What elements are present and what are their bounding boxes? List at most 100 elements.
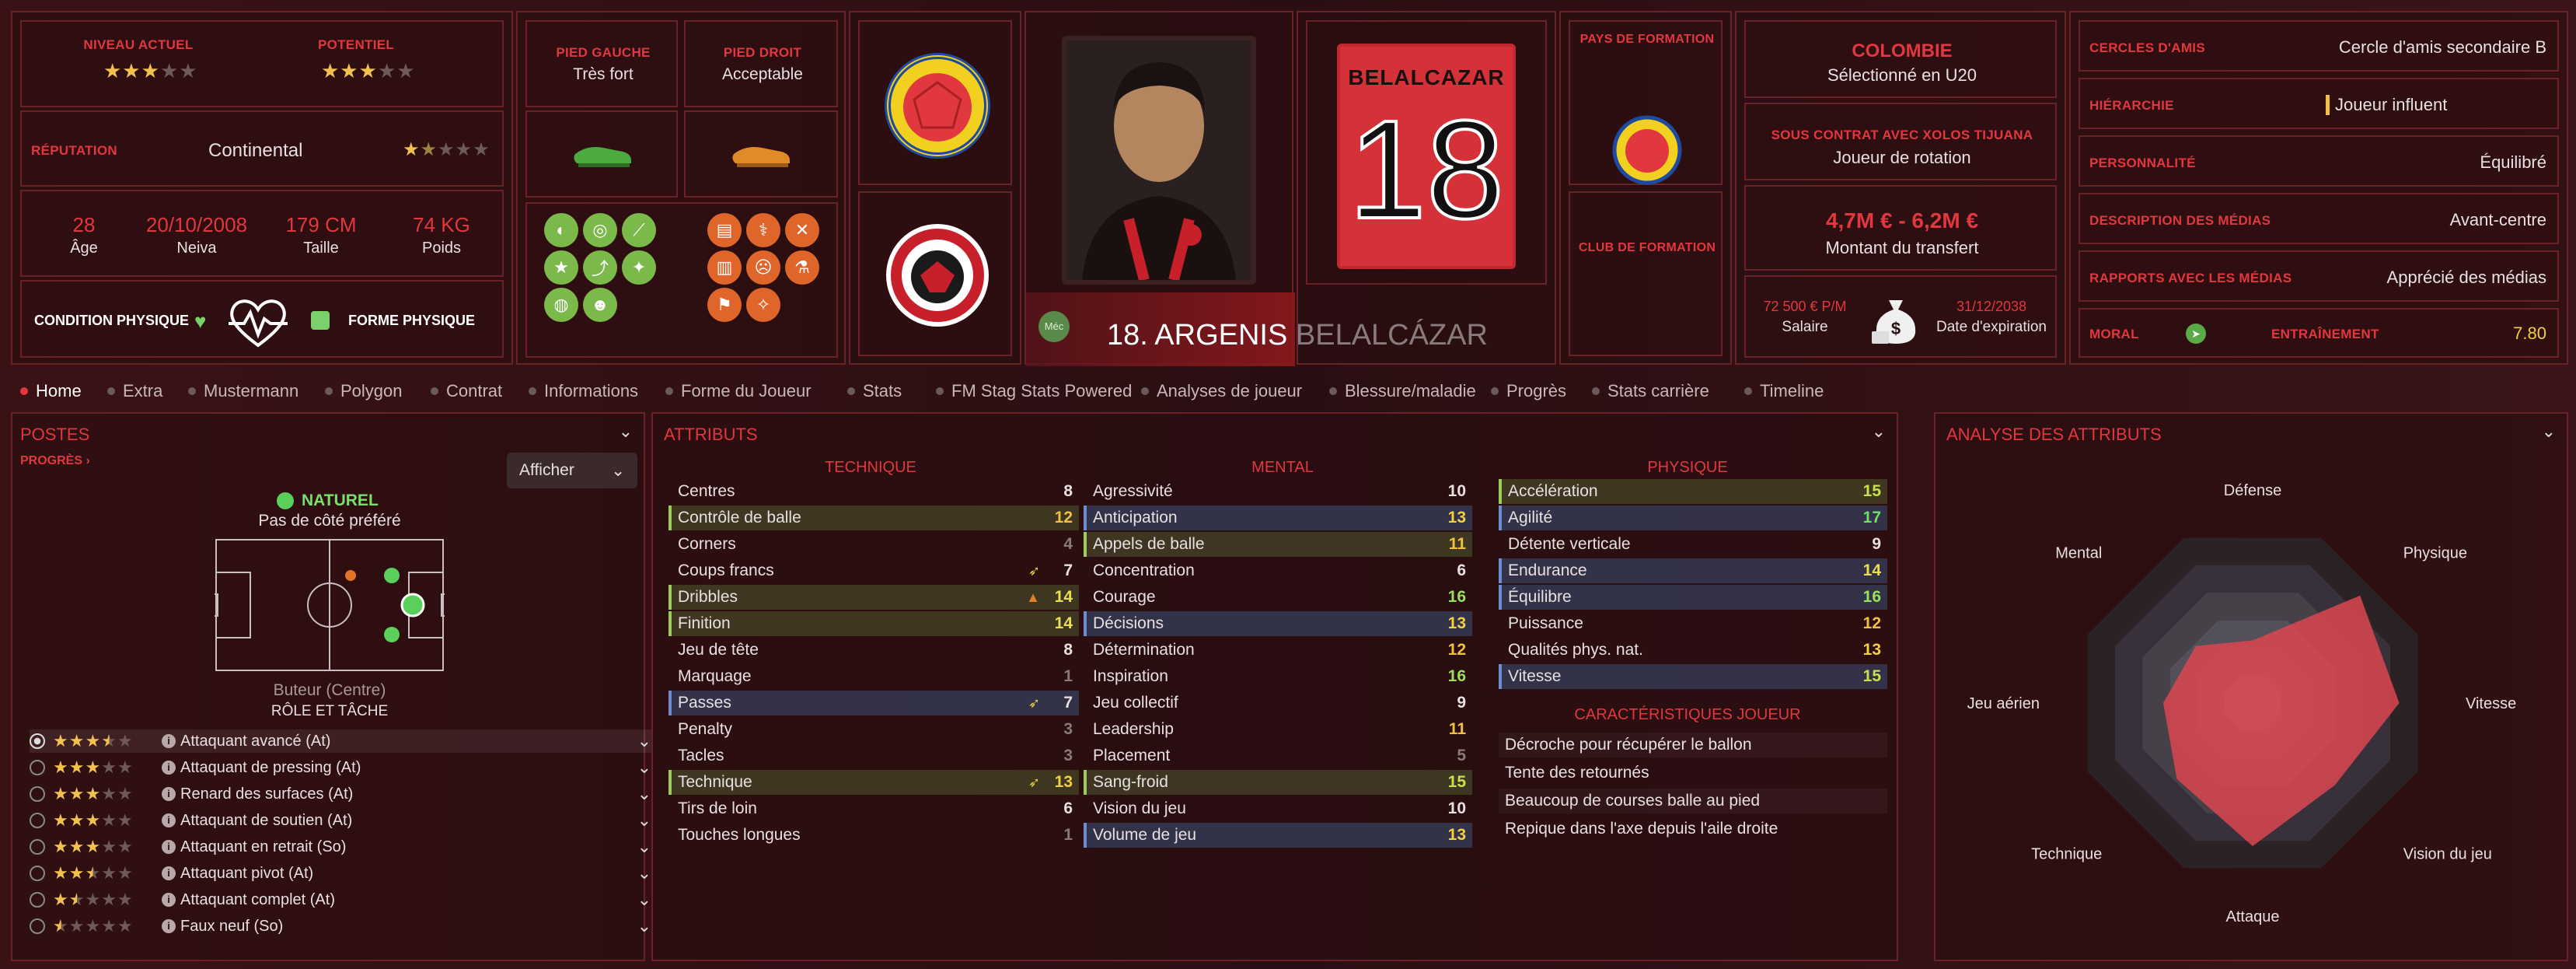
attribute-row[interactable]: Puissance 12 [1499, 611, 1887, 636]
tab-mustermann[interactable]: Mustermann [188, 381, 298, 401]
tab-forme-du-joueur[interactable]: Forme du Joueur [665, 381, 812, 401]
chevron-down-icon[interactable]: ⌄ [637, 731, 651, 751]
chevron-down-icon[interactable]: ⌄ [637, 837, 651, 857]
tab-polygon[interactable]: Polygon [325, 381, 403, 401]
role-radio[interactable] [30, 760, 45, 775]
role-radio[interactable] [30, 813, 45, 828]
role-radio[interactable] [30, 866, 45, 881]
training-value: 7.80 [2513, 324, 2546, 343]
formation-country-box: PAYS DE FORMATION [1569, 20, 1723, 185]
attribute-row[interactable]: Coups francs ➶ 7 [668, 558, 1079, 583]
attribute-name: Courage [1093, 588, 1156, 606]
attribute-row[interactable]: Passes ➶ 7 [668, 691, 1079, 715]
attribute-row[interactable]: Marquage 1 [668, 664, 1079, 689]
show-dropdown[interactable]: Afficher ⌄ [507, 453, 637, 488]
attribute-row[interactable]: Dribbles ▲ 14 [668, 585, 1079, 610]
attribute-row[interactable]: Sang-froid 15 [1084, 770, 1472, 795]
role-radio[interactable] [30, 892, 45, 908]
attribute-row[interactable]: Contrôle de balle 12 [668, 505, 1079, 530]
tab-stats[interactable]: Stats [847, 381, 902, 401]
tab-dot-icon [847, 387, 855, 395]
role-radio[interactable] [30, 733, 45, 749]
role-radio[interactable] [30, 839, 45, 855]
attribute-row[interactable]: Touches longues 1 [668, 823, 1079, 848]
attribute-row[interactable]: Volume de jeu 13 [1084, 823, 1472, 848]
role-row[interactable]: ★★★★★ i Attaquant pivot (At) ⌄ [30, 862, 651, 885]
attribute-row[interactable]: Équilibre 16 [1499, 585, 1887, 610]
chevron-down-icon[interactable]: ⌄ [637, 810, 651, 831]
attribute-row[interactable]: Qualités phys. nat. 13 [1499, 638, 1887, 663]
attribute-row[interactable]: Accélération 15 [1499, 479, 1887, 504]
attribute-row[interactable]: Concentration 6 [1084, 558, 1472, 583]
tab-analyses-de-joueur[interactable]: Analyses de joueur [1141, 381, 1302, 401]
attribute-row[interactable]: Leadership 11 [1084, 717, 1472, 742]
tab-fm-stag-stats-powered[interactable]: FM Stag Stats Powered [936, 381, 1132, 401]
attribute-row[interactable]: Agilité 17 [1499, 505, 1887, 530]
positions-collapse-icon[interactable]: ⌄ [619, 422, 633, 442]
attribute-row[interactable]: Détente verticale 9 [1499, 532, 1887, 557]
role-row[interactable]: ★★★★★ i Attaquant en retrait (So) ⌄ [30, 835, 651, 859]
attribute-row[interactable]: Décisions 13 [1084, 611, 1472, 636]
tab-home[interactable]: Home [20, 381, 82, 401]
role-row[interactable]: ★★★★★ i Renard des surfaces (At) ⌄ [30, 782, 651, 806]
role-radio[interactable] [30, 918, 45, 934]
potential-label: POTENTIEL [317, 37, 395, 52]
tab-contrat[interactable]: Contrat [431, 381, 502, 401]
attribute-row[interactable]: Tirs de loin 6 [668, 796, 1079, 821]
attribute-row[interactable]: Agressivité 10 [1084, 479, 1472, 504]
info-icon[interactable]: i [162, 866, 176, 880]
attribute-row[interactable]: Vitesse 15 [1499, 664, 1887, 689]
tab-progr-s[interactable]: Progrès [1491, 381, 1566, 401]
attribute-row[interactable]: Tacles 3 [668, 743, 1079, 768]
chevron-down-icon[interactable]: ⌄ [637, 916, 651, 936]
left-foot-box: PIED GAUCHE Très fort [525, 20, 678, 107]
attribute-row[interactable]: Détermination 12 [1084, 638, 1472, 663]
attribute-name: Contrôle de balle [678, 509, 801, 526]
attribute-row[interactable]: Placement 5 [1084, 743, 1472, 768]
info-icon[interactable]: i [162, 761, 176, 775]
info-icon[interactable]: i [162, 734, 176, 748]
chevron-down-icon[interactable]: ⌄ [637, 890, 651, 910]
attribute-row[interactable]: Finition 14 [668, 611, 1079, 636]
attribute-name: Vision du jeu [1093, 799, 1186, 817]
attribute-row[interactable]: Technique ➶ 13 [668, 770, 1079, 795]
tab-stats-carri-re[interactable]: Stats carrière [1592, 381, 1709, 401]
attribute-value: 14 [1054, 588, 1073, 606]
info-icon[interactable]: i [162, 840, 176, 854]
tab-extra[interactable]: Extra [107, 381, 162, 401]
chevron-down-icon[interactable]: ⌄ [637, 784, 651, 804]
role-stars: ★★★★★ [53, 784, 134, 803]
progress-link[interactable]: PROGRÈS › [20, 454, 90, 468]
role-task-label: RÔLE ET TÂCHE [271, 703, 389, 719]
chevron-down-icon[interactable]: ⌄ [637, 757, 651, 778]
attribute-row[interactable]: Inspiration 16 [1084, 664, 1472, 689]
tab-informations[interactable]: Informations [529, 381, 638, 401]
attribute-row[interactable]: Anticipation 13 [1084, 505, 1472, 530]
chevron-down-icon[interactable]: ⌄ [637, 863, 651, 883]
role-row[interactable]: ★★★★★ i Attaquant complet (At) ⌄ [30, 888, 651, 911]
role-row[interactable]: ★★★★★ i Attaquant avancé (At) ⌄ [30, 729, 651, 753]
attribute-row[interactable]: Appels de balle 11 [1084, 532, 1472, 557]
money-bag-icon: $ [1872, 300, 1916, 344]
info-icon[interactable]: i [162, 813, 176, 827]
form-icon [311, 311, 330, 330]
tab-timeline[interactable]: Timeline [1744, 381, 1824, 401]
info-icon[interactable]: i [162, 787, 176, 801]
attribute-row[interactable]: Penalty 3 [668, 717, 1079, 742]
profile-panel: NIVEAU ACTUEL ★★★★★ POTENTIEL ★★★★★ RÉPU… [11, 11, 513, 365]
attribute-row[interactable]: Jeu collectif 9 [1084, 691, 1472, 715]
role-row[interactable]: ★★★★★ i Attaquant de pressing (At) ⌄ [30, 756, 651, 779]
attribute-row[interactable]: Centres 8 [668, 479, 1079, 504]
role-row[interactable]: ★★★★★ i Faux neuf (So) ⌄ [30, 915, 651, 938]
attribute-row[interactable]: Courage 16 [1084, 585, 1472, 610]
attribute-row[interactable]: Vision du jeu 10 [1084, 796, 1472, 821]
info-icon[interactable]: i [162, 919, 176, 933]
role-row[interactable]: ★★★★★ i Attaquant de soutien (At) ⌄ [30, 809, 651, 832]
tab-blessure-maladie[interactable]: Blessure/maladie [1329, 381, 1476, 401]
attribute-row[interactable]: Corners 4 [668, 532, 1079, 557]
attributes-collapse-icon[interactable]: ⌄ [1872, 422, 1886, 442]
attribute-row[interactable]: Jeu de tête 8 [668, 638, 1079, 663]
info-icon[interactable]: i [162, 893, 176, 907]
role-radio[interactable] [30, 786, 45, 802]
attribute-row[interactable]: Endurance 14 [1499, 558, 1887, 583]
